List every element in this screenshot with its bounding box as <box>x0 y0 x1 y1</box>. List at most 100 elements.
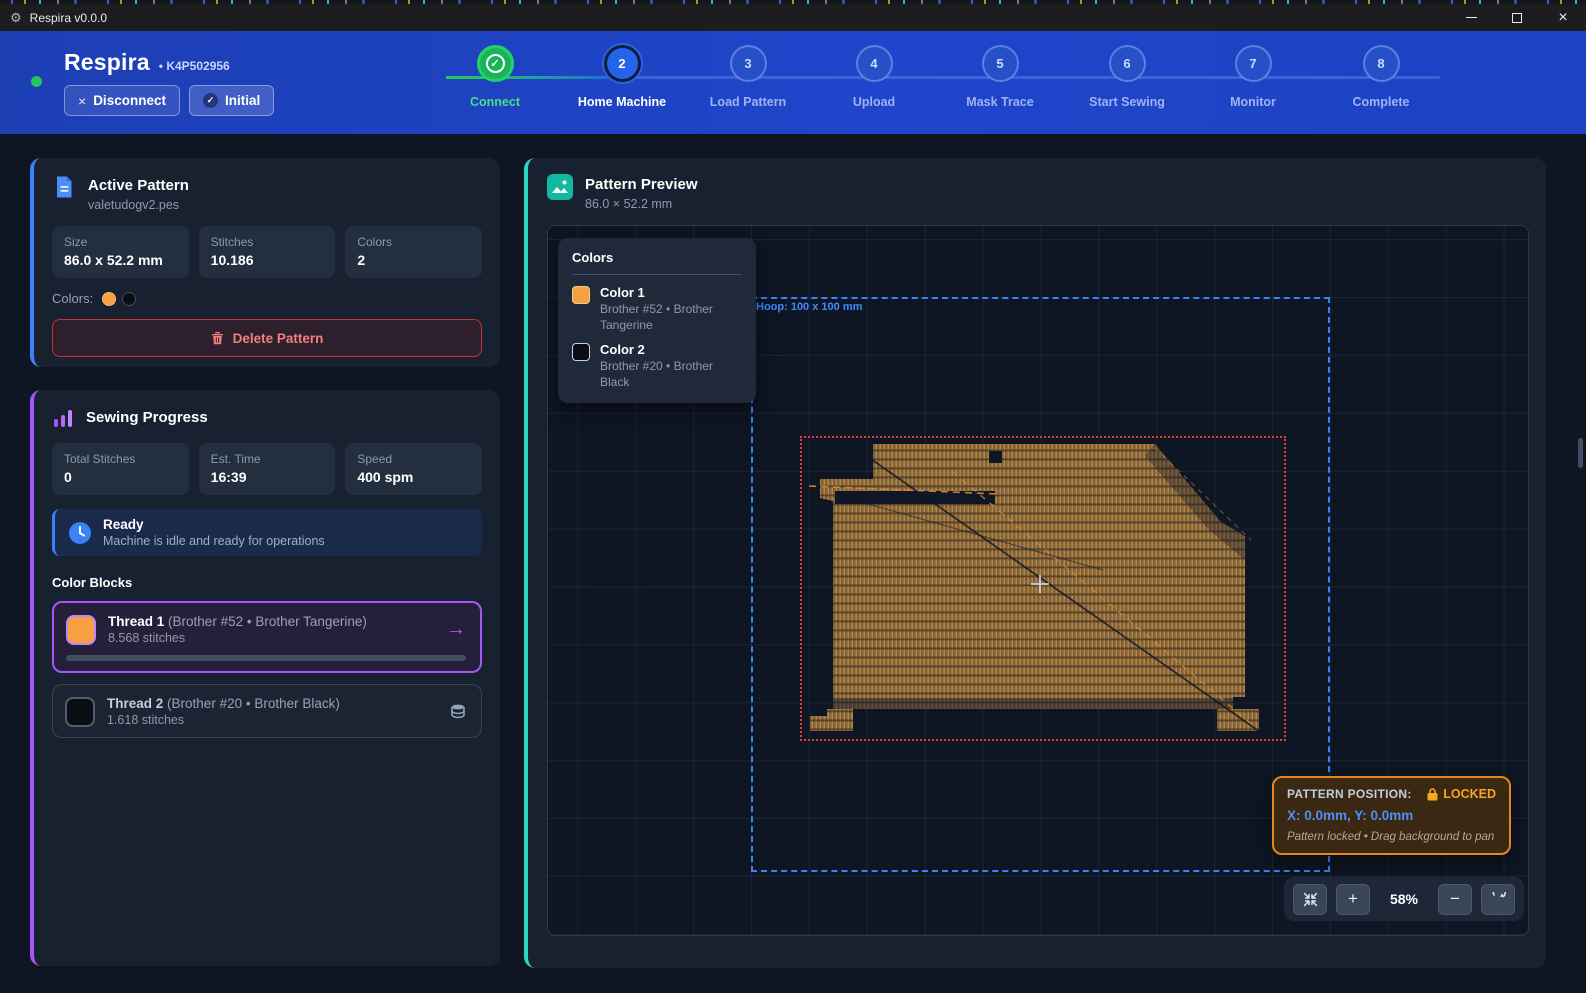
active-pattern-card: Active Pattern valetudogv2.pes Size86.0 … <box>30 158 500 367</box>
zoom-level: 58% <box>1379 891 1429 907</box>
step-mask-trace[interactable]: 5Mask Trace <box>940 45 1060 109</box>
brand-block: Respira • K4P502956 × Disconnect ✓ Initi… <box>64 49 274 116</box>
scrollbar-thumb[interactable] <box>1578 438 1583 468</box>
stat-speed: Speed 400 spm <box>345 443 482 495</box>
step-circle: 7 <box>1235 45 1272 82</box>
window-title: Respira v0.0.0 <box>30 11 107 25</box>
thread-block-thread-2[interactable]: Thread 2 (Brother #20 • Brother Black) 1.… <box>52 684 482 738</box>
close-button[interactable]: × <box>1540 4 1586 31</box>
titlebar: ⚙ Respira v0.0.0 × <box>0 4 1586 31</box>
stat-value: 0 <box>64 469 177 485</box>
stat-value: 10.186 <box>211 252 324 268</box>
zoom-in-button[interactable]: + <box>1336 884 1370 915</box>
stat-label: Total Stitches <box>64 452 177 466</box>
minimize-button[interactable] <box>1448 4 1494 31</box>
step-label: Home Machine <box>578 95 666 109</box>
fit-to-screen-button[interactable] <box>1293 884 1327 915</box>
legend-swatch <box>572 286 590 304</box>
window-controls: × <box>1448 4 1586 31</box>
stat-est-time: Est. Time 16:39 <box>199 443 336 495</box>
header: Respira • K4P502956 × Disconnect ✓ Initi… <box>0 31 1586 134</box>
legend-color-desc: Brother #20 • Brother Black <box>600 359 742 390</box>
thread-stitch-count: 1.618 stitches <box>107 713 437 727</box>
layers-icon <box>449 703 467 721</box>
thread-stitch-count: 8.568 stitches <box>108 631 434 645</box>
thread-name: Thread 2 (Brother #20 • Brother Black) <box>107 696 437 711</box>
image-icon <box>547 174 573 200</box>
refresh-icon <box>1491 892 1506 907</box>
legend-title: Colors <box>572 250 742 265</box>
thread-swatch <box>66 615 96 645</box>
disconnect-button[interactable]: × Disconnect <box>64 85 180 116</box>
machine-status-box: Ready Machine is idle and ready for oper… <box>52 509 482 556</box>
step-circle: 2 <box>604 45 641 82</box>
stat-label: Speed <box>357 452 470 466</box>
step-label: Monitor <box>1230 95 1276 109</box>
step-label: Mask Trace <box>966 95 1033 109</box>
step-load-pattern[interactable]: 3 Load Pattern <box>688 45 808 109</box>
step-start-sewing[interactable]: 6Start Sewing <box>1067 45 1187 109</box>
step-label: Start Sewing <box>1089 95 1165 109</box>
legend-color-name: Color 1 <box>600 285 742 300</box>
lock-icon <box>1427 788 1438 801</box>
zoom-out-button[interactable]: − <box>1438 884 1472 915</box>
legend-item-color-2: Color 2Brother #20 • Brother Black <box>572 342 742 390</box>
pattern-coordinates: X: 0.0mm, Y: 0.0mm <box>1287 808 1496 823</box>
reset-view-button[interactable] <box>1481 884 1515 915</box>
stat-label: Colors <box>357 235 470 249</box>
step-label: Load Pattern <box>710 95 786 109</box>
stat-colors: Colors2 <box>345 226 482 278</box>
step-upload[interactable]: 4 Upload <box>814 45 934 109</box>
colors-label: Colors: <box>52 291 93 306</box>
step-circle: ✓ <box>477 45 514 82</box>
step-label: Upload <box>853 95 895 109</box>
stat-size: Size86.0 x 52.2 mm <box>52 226 189 278</box>
disconnect-x-icon: × <box>78 93 86 109</box>
stat-stitches: Stitches 10.186 <box>199 226 336 278</box>
step-circle: 3 <box>730 45 767 82</box>
step-circle: 4 <box>856 45 893 82</box>
maximize-button[interactable] <box>1494 4 1540 31</box>
color-blocks-label: Color Blocks <box>52 575 482 590</box>
preview-title: Pattern Preview <box>585 174 698 193</box>
zoom-toolbar: + 58% − <box>1284 877 1524 921</box>
stat-label: Est. Time <box>211 452 324 466</box>
step-label: Complete <box>1353 95 1410 109</box>
thread-block-thread-1[interactable]: Thread 1 (Brother #52 • Brother Tangerin… <box>52 601 482 673</box>
stat-label: Stitches <box>211 235 324 249</box>
initial-check-icon: ✓ <box>203 93 218 108</box>
delete-pattern-button[interactable]: Delete Pattern <box>52 319 482 357</box>
stat-value: 16:39 <box>211 469 324 485</box>
minimize-icon <box>1466 17 1477 18</box>
stat-value: 86.0 x 52.2 mm <box>64 252 177 268</box>
bar-chart-icon <box>52 407 74 429</box>
locked-badge: LOCKED <box>1427 787 1496 801</box>
pan-hint: Pattern locked • Drag background to pan <box>1287 831 1496 843</box>
preview-canvas[interactable]: Hoop: 100 x 100 mm <box>547 225 1529 936</box>
status-title: Ready <box>103 517 325 532</box>
trash-icon <box>211 331 224 345</box>
step-connect[interactable]: ✓Connect <box>435 45 555 109</box>
stat-value: 400 spm <box>357 469 470 485</box>
fit-icon <box>1303 892 1318 907</box>
pattern-colors-row: Colors: <box>52 291 482 306</box>
thread-swatch <box>65 697 95 727</box>
initial-button[interactable]: ✓ Initial <box>189 85 274 116</box>
connection-status-dot <box>31 76 42 87</box>
arrow-right-icon: → <box>446 618 466 641</box>
maximize-icon <box>1512 13 1522 23</box>
wizard-stepper: ✓Connect2Home Machine3Load Pattern4Uploa… <box>448 45 1488 131</box>
step-home-machine[interactable]: 2 Home Machine <box>562 45 682 109</box>
preview-dimensions: 86.0 × 52.2 mm <box>585 197 698 211</box>
color-dot <box>122 292 136 306</box>
check-icon: ✓ <box>486 54 505 73</box>
app-window: ⚙ Respira v0.0.0 × Respira • K4P502956 ×… <box>0 0 1586 993</box>
sewing-progress-card: Sewing Progress Total Stitches0Est. Time… <box>30 390 500 966</box>
legend-swatch <box>572 343 590 361</box>
app-icon: ⚙ <box>10 10 22 26</box>
clock-icon <box>68 521 92 545</box>
step-monitor[interactable]: 7 Monitor <box>1193 45 1313 109</box>
step-complete[interactable]: 8Complete <box>1321 45 1441 109</box>
pattern-position-overlay: PATTERN POSITION: LOCKED X: 0.0mm, Y: 0.… <box>1272 776 1511 855</box>
legend-item-color-1: Color 1Brother #52 • Brother Tangerine <box>572 285 742 333</box>
